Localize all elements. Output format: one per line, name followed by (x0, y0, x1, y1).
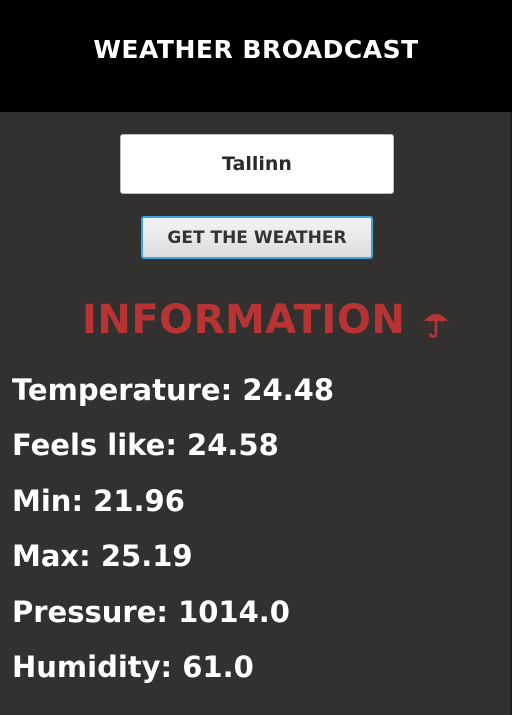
max-value: 25.19 (100, 539, 193, 574)
pressure-label: Pressure: (12, 594, 168, 629)
pressure-row: Pressure: 1014.0 (12, 584, 502, 640)
humidity-label: Humidity: (12, 650, 173, 685)
app-title: WEATHER BROADCAST (93, 34, 419, 64)
weather-details: Temperature: 24.48 Feels like: 24.58 Min… (12, 362, 502, 695)
weather-app: WEATHER BROADCAST GET THE WEATHER INFORM… (0, 0, 512, 715)
temperature-value: 24.48 (242, 372, 335, 407)
information-heading: INFORMATION (82, 290, 451, 350)
max-label: Max: (12, 539, 91, 574)
min-row: Min: 21.96 (12, 473, 502, 529)
app-header: WEATHER BROADCAST (0, 0, 512, 112)
feels-like-row: Feels like: 24.58 (12, 418, 502, 474)
feels-like-value: 24.58 (187, 428, 279, 463)
humidity-row: Humidity: 61.0 (12, 640, 502, 696)
city-input[interactable] (120, 134, 394, 194)
umbrella-icon (421, 308, 451, 338)
max-row: Max: 25.19 (12, 529, 502, 585)
feels-like-label: Feels like: (12, 428, 177, 463)
min-value: 21.96 (93, 483, 185, 518)
min-label: Min: (12, 483, 84, 518)
pressure-value: 1014.0 (178, 594, 290, 629)
get-weather-button[interactable]: GET THE WEATHER (141, 216, 373, 259)
temperature-label: Temperature: (12, 372, 233, 407)
information-heading-text: INFORMATION (82, 297, 406, 343)
temperature-row: Temperature: 24.48 (12, 362, 502, 418)
humidity-value: 61.0 (182, 650, 254, 685)
